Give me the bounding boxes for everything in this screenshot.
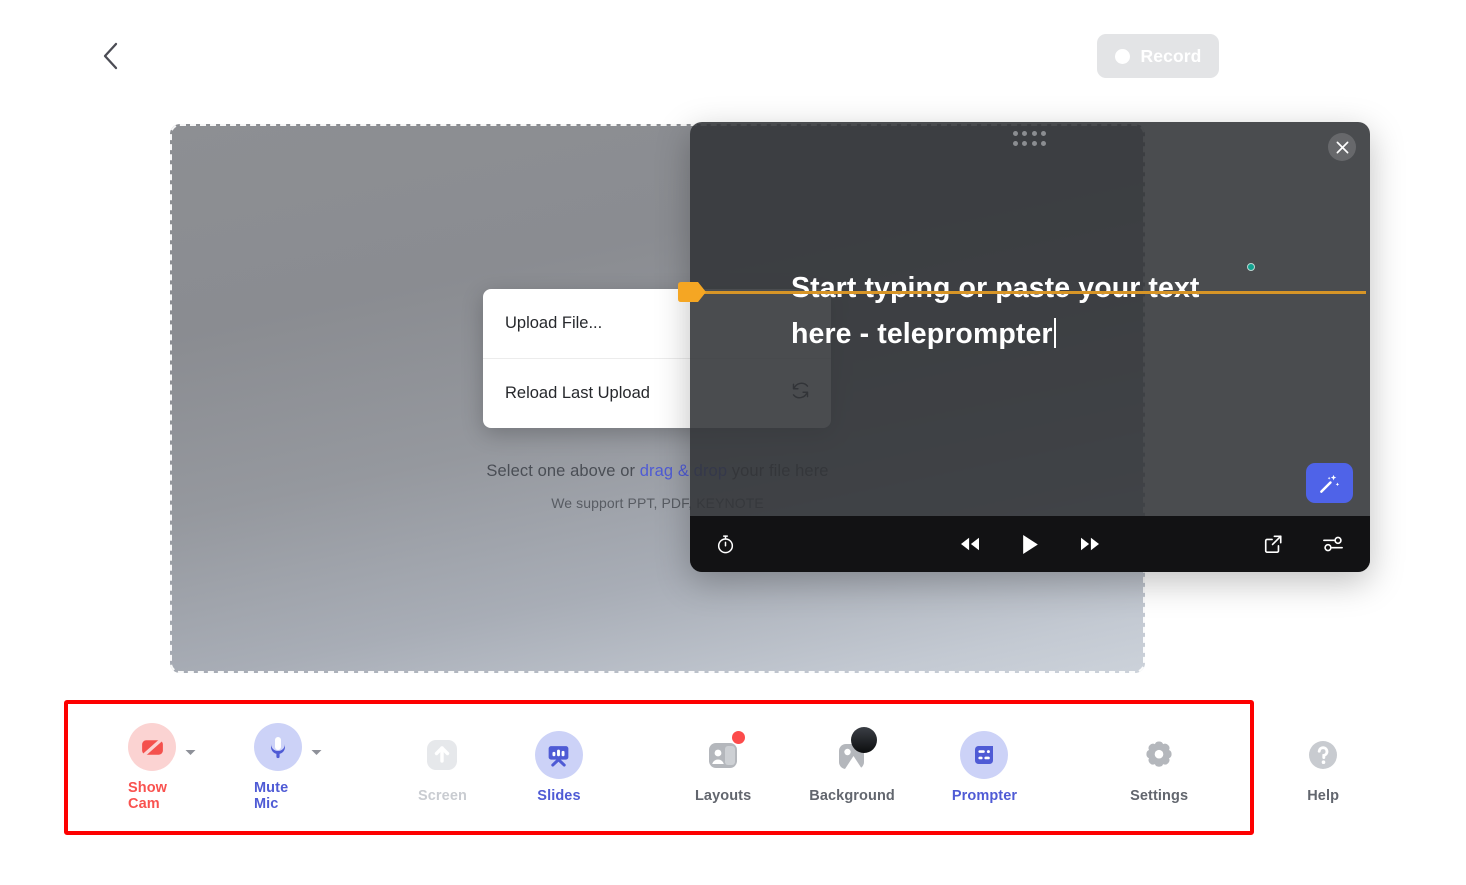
- menu-item-reload-last-upload-label: Reload Last Upload: [505, 383, 650, 402]
- app-header: Record: [0, 0, 1466, 112]
- upload-hint-prefix: Select one above or: [486, 462, 640, 480]
- app-root: Record Select one above or drag & drop y…: [0, 0, 1466, 885]
- prompter-label: Prompter: [951, 788, 1018, 804]
- prompter-settings-button[interactable]: [1313, 524, 1353, 564]
- toolbar-item-prompter[interactable]: Prompter: [952, 731, 1017, 804]
- settings-label: Settings: [1130, 788, 1189, 804]
- teleprompter-guide-marker[interactable]: [678, 282, 708, 302]
- fast-forward-icon: [1081, 537, 1099, 551]
- mute-mic-chevron-down-icon[interactable]: [311, 749, 322, 756]
- screen-share-icon: [427, 740, 458, 770]
- slides-label: Slides: [537, 788, 581, 804]
- teleprompter-panel[interactable]: Start typing or paste your text here - t…: [690, 122, 1370, 572]
- layouts-icon-wrap: [699, 731, 747, 779]
- external-link-icon: [1264, 535, 1282, 553]
- toolbar-item-background[interactable]: Background: [809, 727, 895, 804]
- drag-grip-icon[interactable]: [1013, 131, 1047, 147]
- menu-item-upload-file-label: Upload File...: [505, 314, 603, 332]
- screen-icon-wrap: [418, 731, 466, 779]
- ai-magic-button[interactable]: [1306, 463, 1353, 503]
- layouts-notification-dot: [732, 731, 746, 744]
- mute-mic-label: Mute Mic: [254, 780, 289, 812]
- teleprompter-guide-line: [678, 291, 1366, 294]
- fast-forward-button[interactable]: [1070, 524, 1110, 564]
- toolbar-item-slides[interactable]: Slides: [534, 731, 583, 804]
- teleprompter-close-button[interactable]: [1328, 133, 1356, 161]
- microphone-icon: [271, 737, 285, 759]
- bottom-toolbar: Show Cam Mute Mic Screen Slides Layouts …: [64, 700, 1339, 835]
- rewind-button[interactable]: [950, 524, 990, 564]
- prompter-icon: [975, 746, 994, 764]
- toolbar-item-help[interactable]: Help: [1299, 731, 1347, 804]
- chevron-left-icon: [103, 42, 117, 70]
- toolbar-item-layouts[interactable]: Layouts: [695, 731, 751, 804]
- show-cam-label: Show Cam: [128, 780, 168, 812]
- background-gradient-badge: [851, 727, 878, 753]
- mute-mic-icon-wrap: [254, 723, 302, 771]
- slides-icon: [549, 745, 569, 767]
- show-cam-icon-wrap: [128, 723, 176, 771]
- background-label: Background: [809, 788, 895, 804]
- play-icon: [1022, 534, 1038, 554]
- toolbar-item-screen[interactable]: Screen: [418, 731, 467, 804]
- background-icon-wrap: [828, 727, 878, 779]
- rewind-icon: [961, 537, 979, 551]
- magic-wand-icon: [1320, 474, 1340, 493]
- toolbar-item-show-cam[interactable]: Show Cam: [128, 723, 196, 812]
- gear-icon: [1146, 741, 1172, 767]
- timer-button[interactable]: [705, 524, 745, 564]
- sliders-icon: [1323, 536, 1343, 552]
- help-label: Help: [1307, 788, 1340, 804]
- script-line-2: here - teleprompter: [791, 318, 1053, 350]
- layouts-label: Layouts: [694, 788, 752, 804]
- show-cam-chevron-down-icon[interactable]: [185, 749, 196, 756]
- text-caret: [1053, 318, 1056, 348]
- toolbar-item-settings[interactable]: Settings: [1130, 731, 1188, 804]
- script-line-1: Start typing or paste your text: [791, 272, 1200, 304]
- camera-off-icon: [141, 737, 163, 757]
- record-button[interactable]: Record: [1097, 34, 1219, 78]
- teleprompter-controls-bar: [690, 516, 1370, 572]
- play-button[interactable]: [1010, 524, 1050, 564]
- help-icon-wrap: [1299, 731, 1347, 779]
- prompter-icon-wrap: [960, 731, 1009, 779]
- toolbar-items: Show Cam Mute Mic Screen Slides Layouts …: [68, 704, 1339, 831]
- record-dot-icon: [1114, 48, 1130, 64]
- slides-icon-wrap: [534, 731, 583, 779]
- settings-icon-wrap: [1135, 731, 1183, 779]
- screen-label: Screen: [418, 788, 467, 804]
- popout-button[interactable]: [1253, 524, 1293, 564]
- close-icon: [1336, 141, 1348, 153]
- toolbar-item-mute-mic[interactable]: Mute Mic: [254, 723, 322, 812]
- teleprompter-script-text[interactable]: Start typing or paste your text here - t…: [791, 265, 1321, 357]
- help-icon: [1309, 741, 1338, 769]
- record-button-label: Record: [1140, 45, 1202, 66]
- back-button[interactable]: [92, 38, 128, 74]
- timer-icon: [717, 534, 733, 553]
